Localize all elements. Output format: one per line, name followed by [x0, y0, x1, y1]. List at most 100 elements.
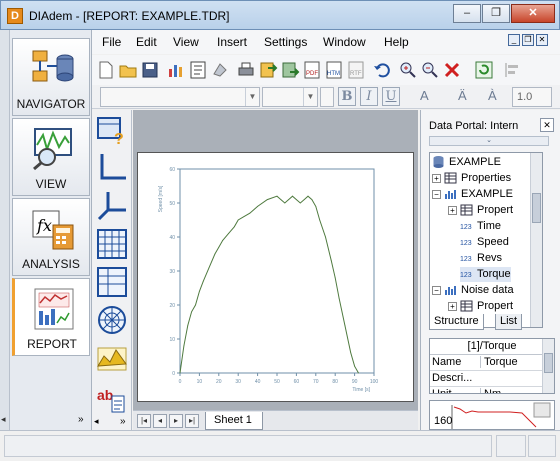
- 3d-surface-icon[interactable]: [96, 342, 128, 374]
- font-color-button[interactable]: A: [420, 88, 429, 103]
- diadem-app-icon[interactable]: D: [7, 8, 23, 24]
- tree-node-channel-speed[interactable]: 123 Speed: [460, 235, 509, 250]
- property-grid: [1]/Torque Name Torque Descri... Unit Nm: [429, 338, 555, 394]
- collapse-icon[interactable]: −: [432, 189, 441, 199]
- insert-picture-help-icon[interactable]: ?: [96, 114, 128, 146]
- prev-sheet-button[interactable]: ◂: [153, 414, 167, 428]
- palette-scroll-left[interactable]: ◂: [94, 416, 99, 427]
- tree-node-properties[interactable]: + Properties: [432, 171, 511, 186]
- close-icon[interactable]: ✕: [540, 118, 554, 132]
- nav-tab-report[interactable]: REPORT: [12, 278, 90, 356]
- polar-plot-icon[interactable]: [96, 304, 128, 336]
- scroll-thumb[interactable]: [544, 353, 553, 373]
- nav-tab-analysis[interactable]: fx ANALYSIS: [12, 198, 90, 276]
- clear-icon[interactable]: [210, 60, 230, 80]
- chevron-down-icon[interactable]: ▼: [303, 88, 317, 106]
- nav-expand-button[interactable]: »: [78, 414, 84, 425]
- data-point: [288, 199, 290, 200]
- tree-node-group-noise[interactable]: − Noise data: [432, 283, 514, 298]
- tab-sheet-1[interactable]: Sheet 1: [205, 412, 263, 430]
- mdi-close-button[interactable]: ✕: [536, 34, 548, 46]
- menu-insert[interactable]: Insert: [217, 35, 247, 49]
- menu-help[interactable]: Help: [384, 35, 409, 49]
- menu-settings[interactable]: Settings: [264, 35, 307, 49]
- refresh-icon[interactable]: [474, 60, 494, 80]
- 3d-axis-icon[interactable]: [96, 190, 128, 222]
- first-sheet-button[interactable]: |◂: [137, 414, 151, 428]
- tab-list[interactable]: List: [495, 314, 523, 330]
- menu-edit[interactable]: Edit: [136, 35, 157, 49]
- export-picture-icon[interactable]: [280, 60, 300, 80]
- tree-node-channel-time[interactable]: 123 Time: [460, 219, 501, 234]
- strip-scroll-left[interactable]: ◂: [1, 414, 6, 425]
- expand-icon[interactable]: +: [448, 301, 457, 311]
- open-folder-icon[interactable]: [118, 60, 138, 80]
- scroll-thumb[interactable]: [532, 193, 541, 223]
- data-point: [299, 202, 301, 204]
- table-icon[interactable]: [96, 228, 128, 260]
- collapse-icon[interactable]: −: [432, 285, 441, 295]
- mdi-restore-button[interactable]: ❐: [522, 34, 534, 46]
- export-htm-icon[interactable]: HTM: [324, 60, 344, 80]
- tree-node-group-properties[interactable]: + Propert: [448, 203, 513, 218]
- zoom-in-icon[interactable]: [398, 60, 418, 80]
- maximize-button[interactable]: ❐: [482, 4, 510, 23]
- line-chart[interactable]: 0 10 20 30 40 50 60 70 80 90 100 0 10 20 30 40 50 60 Time …: [138, 153, 415, 403]
- data-point: [358, 372, 359, 374]
- tree-node-file[interactable]: EXAMPLE: [432, 155, 501, 170]
- expand-icon[interactable]: +: [448, 205, 457, 215]
- next-sheet-button[interactable]: ▸: [169, 414, 183, 428]
- last-sheet-button[interactable]: ▸|: [185, 414, 199, 428]
- close-button[interactable]: ✕: [511, 4, 555, 23]
- bar-chart-icon[interactable]: [166, 60, 186, 80]
- palette-expand-button[interactable]: »: [120, 416, 126, 427]
- data-point: [315, 206, 317, 207]
- italic-button[interactable]: I: [360, 87, 378, 106]
- collapse-toolbar-button[interactable]: ⌄: [429, 136, 549, 146]
- text-object-icon[interactable]: ab: [96, 382, 128, 414]
- tree-node-channel-revs[interactable]: 123 Revs: [460, 251, 502, 266]
- export-rtf-icon[interactable]: RTF: [346, 60, 366, 80]
- property-row[interactable]: Descri...: [430, 371, 542, 387]
- text-frame-icon[interactable]: [188, 60, 208, 80]
- font-size-combo[interactable]: ▼: [262, 87, 318, 107]
- print-icon[interactable]: [236, 60, 256, 80]
- tab-structure[interactable]: Structure: [429, 314, 484, 330]
- tree-scrollbar[interactable]: [530, 153, 542, 327]
- data-point: [325, 236, 326, 238]
- undo-icon[interactable]: [372, 60, 392, 80]
- export-icon[interactable]: [258, 60, 278, 80]
- nav-tab-navigator[interactable]: NAVIGATOR: [12, 38, 90, 116]
- export-pdf-icon[interactable]: PDF: [302, 60, 322, 80]
- menu-view[interactable]: View: [173, 35, 199, 49]
- expand-icon[interactable]: +: [432, 173, 441, 183]
- tree-node-channel-torque[interactable]: 123 Torque: [460, 267, 511, 282]
- grow-font-button[interactable]: Ä: [458, 88, 467, 103]
- mdi-minimize-button[interactable]: _: [508, 34, 520, 46]
- new-file-icon[interactable]: [96, 60, 116, 80]
- delete-icon[interactable]: [442, 60, 462, 80]
- shrink-font-button[interactable]: À: [488, 88, 497, 103]
- view-icon: [33, 128, 72, 171]
- svg-text:PDF: PDF: [306, 71, 318, 77]
- bold-button[interactable]: B: [338, 87, 356, 106]
- minimize-button[interactable]: –: [453, 4, 481, 23]
- align-icon[interactable]: [502, 60, 522, 80]
- menu-file[interactable]: File: [102, 35, 121, 49]
- font-name-combo[interactable]: ▼: [100, 87, 260, 107]
- save-icon[interactable]: [140, 60, 160, 80]
- nav-tab-view[interactable]: VIEW: [12, 118, 90, 196]
- menu-window[interactable]: Window: [323, 35, 366, 49]
- property-scrollbar[interactable]: [542, 339, 554, 393]
- zoom-out-icon[interactable]: [420, 60, 440, 80]
- 2d-axis-icon[interactable]: [96, 152, 128, 184]
- line-width-field[interactable]: 1.0: [512, 87, 552, 107]
- property-row[interactable]: Unit Nm: [430, 387, 542, 393]
- tree-node-noise-properties[interactable]: + Propert: [448, 299, 513, 314]
- tree-node-group-example[interactable]: − EXAMPLE: [432, 187, 513, 202]
- grid-table-icon[interactable]: [96, 266, 128, 298]
- underline-button[interactable]: U: [382, 87, 400, 106]
- chevron-down-icon[interactable]: ▼: [245, 88, 259, 106]
- property-row[interactable]: Name Torque: [430, 355, 542, 371]
- report-sheet[interactable]: 0 10 20 30 40 50 60 70 80 90 100 0 10 20 30 40 50 60 Time …: [137, 152, 414, 402]
